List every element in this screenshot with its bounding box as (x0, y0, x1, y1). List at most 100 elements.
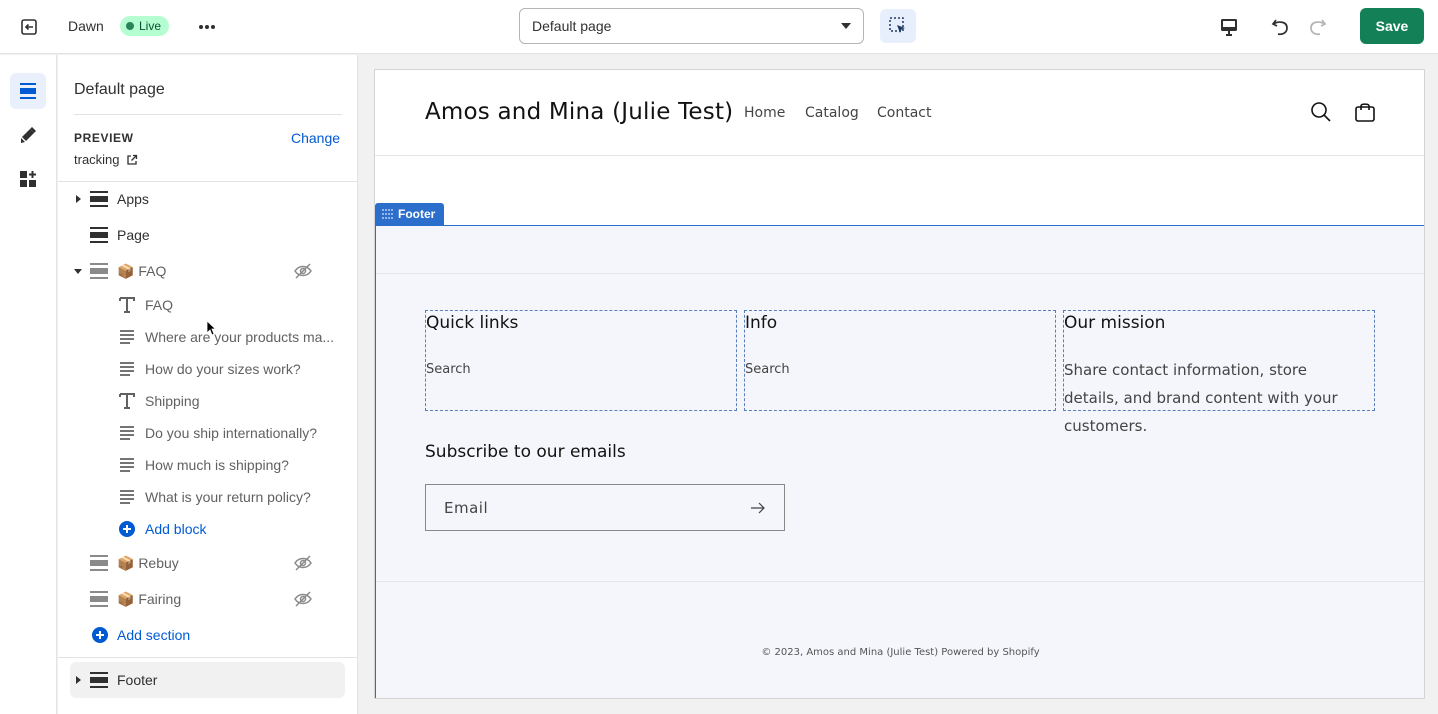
inspector-button[interactable] (880, 9, 916, 43)
block-label: FAQ (145, 297, 174, 313)
preview-value-link[interactable]: tracking (74, 152, 138, 167)
store-search-button[interactable] (1309, 100, 1333, 124)
newsletter-email-input[interactable]: Email (425, 484, 785, 531)
preview-change-link[interactable]: Change (291, 130, 340, 146)
page-selector[interactable]: Default page (519, 8, 864, 44)
section-row-fairing[interactable]: 📦 Fairing (58, 583, 358, 615)
block-row[interactable]: Do you ship internationally? (58, 417, 358, 449)
hidden-eye-icon[interactable] (293, 554, 313, 572)
add-section-button[interactable]: Add section (58, 619, 358, 651)
section-row-apps[interactable]: Apps (58, 183, 358, 215)
divider (58, 657, 358, 658)
paragraph-icon (120, 362, 134, 376)
add-section-label: Add section (117, 627, 191, 643)
paint-brush-icon (21, 127, 36, 143)
section-label: Apps (117, 191, 149, 207)
block-row[interactable]: How much is shipping? (58, 449, 358, 481)
block-label: Shipping (145, 393, 200, 409)
preview-value: tracking (74, 152, 120, 167)
undo-button[interactable] (1266, 12, 1296, 42)
hidden-eye-icon[interactable] (293, 262, 313, 280)
sections-tab-button[interactable] (10, 73, 46, 109)
redo-button[interactable] (1302, 12, 1332, 42)
arrow-right-icon[interactable] (750, 502, 766, 514)
divider (375, 155, 1424, 156)
footer-block-info[interactable]: Info Search (744, 310, 1056, 411)
text-icon (119, 297, 135, 313)
app-embeds-button[interactable] (10, 161, 46, 197)
block-label: Do you ship internationally? (145, 425, 317, 441)
text-icon (119, 393, 135, 409)
redo-icon (1310, 19, 1327, 36)
exit-button[interactable] (14, 12, 44, 42)
section-icon (90, 227, 108, 243)
device-preview-button[interactable] (1214, 12, 1244, 42)
plus-circle-icon (92, 627, 108, 643)
cart-icon (1355, 103, 1375, 122)
footer-link-search[interactable]: Search (426, 362, 471, 377)
footer-block-heading: Info (745, 313, 778, 333)
live-status-badge: Live (120, 16, 170, 36)
footer-mission-text: Share contact information, store details… (1064, 361, 1338, 435)
store-cart-button[interactable] (1353, 100, 1377, 124)
external-link-icon (126, 154, 137, 165)
more-actions-button[interactable] (194, 14, 220, 40)
caret-down-icon (841, 23, 851, 29)
section-label: 📦 Rebuy (117, 555, 179, 571)
divider (376, 581, 1424, 582)
section-row-faq[interactable]: 📦 FAQ (58, 255, 358, 287)
block-label: Where are your products ma... (145, 329, 335, 345)
nav-link-contact[interactable]: Contact (877, 105, 931, 121)
preview-label: PREVIEW (74, 131, 134, 145)
section-icon (90, 263, 108, 279)
mouse-cursor-icon (206, 320, 216, 336)
add-block-label: Add block (145, 521, 207, 537)
plus-circle-icon (119, 521, 135, 537)
section-icon (90, 191, 108, 207)
block-row[interactable]: What is your return policy? (58, 481, 358, 513)
section-row-rebuy[interactable]: 📦 Rebuy (58, 547, 358, 579)
block-label: What is your return policy? (145, 489, 311, 505)
live-badge-label: Live (139, 19, 162, 33)
footer-block-our-mission[interactable]: Our mission Share contact information, s… (1063, 310, 1375, 435)
footer-section-tag[interactable]: Footer (375, 203, 445, 225)
divider (376, 273, 1424, 274)
section-icon (90, 555, 108, 571)
block-label: How much is shipping? (145, 457, 289, 473)
section-label: 📦 Fairing (117, 591, 182, 607)
section-row-page[interactable]: Page (58, 219, 358, 251)
section-row-footer[interactable]: Footer (70, 662, 345, 698)
hidden-eye-icon[interactable] (293, 590, 313, 608)
desktop-icon (1221, 19, 1237, 36)
footer-link-search[interactable]: Search (745, 362, 790, 377)
search-icon (1311, 102, 1331, 122)
nav-link-catalog[interactable]: Catalog (805, 105, 859, 121)
footer-tag-label: Footer (398, 207, 436, 221)
sections-icon (20, 83, 36, 99)
copyright-text: © 2023, Amos and Mina (Julie Test) Power… (761, 647, 1040, 658)
top-bar: Dawn Live Default page Save (0, 0, 1438, 54)
email-placeholder: Email (444, 498, 489, 517)
add-block-button[interactable]: Add block (58, 513, 358, 545)
block-row[interactable]: How do your sizes work? (58, 353, 358, 385)
paragraph-icon (120, 490, 134, 504)
footer-section[interactable]: Quick links Search Info Search Our missi… (375, 225, 1424, 698)
store-preview: Amos and Mina (Julie Test) Home Catalog … (374, 69, 1425, 699)
footer-block-heading: Our mission (1064, 313, 1166, 333)
section-sidebar: Default page PREVIEW Change tracking App… (58, 55, 358, 714)
block-row[interactable]: Shipping (58, 385, 358, 417)
store-title[interactable]: Amos and Mina (Julie Test) (425, 99, 733, 125)
theme-settings-button[interactable] (10, 117, 46, 153)
paragraph-icon (120, 458, 134, 472)
newsletter-heading: Subscribe to our emails (425, 442, 626, 462)
save-button[interactable]: Save (1360, 8, 1424, 44)
footer-block-quick-links[interactable]: Quick links Search (425, 310, 737, 411)
collapse-arrow-icon (74, 269, 82, 274)
footer-block-heading: Quick links (426, 313, 519, 333)
block-row[interactable]: FAQ (58, 289, 358, 321)
paragraph-icon (120, 330, 134, 344)
nav-link-home[interactable]: Home (744, 105, 785, 121)
apps-icon (20, 171, 36, 187)
divider (58, 181, 358, 182)
theme-name: Dawn (68, 18, 104, 34)
